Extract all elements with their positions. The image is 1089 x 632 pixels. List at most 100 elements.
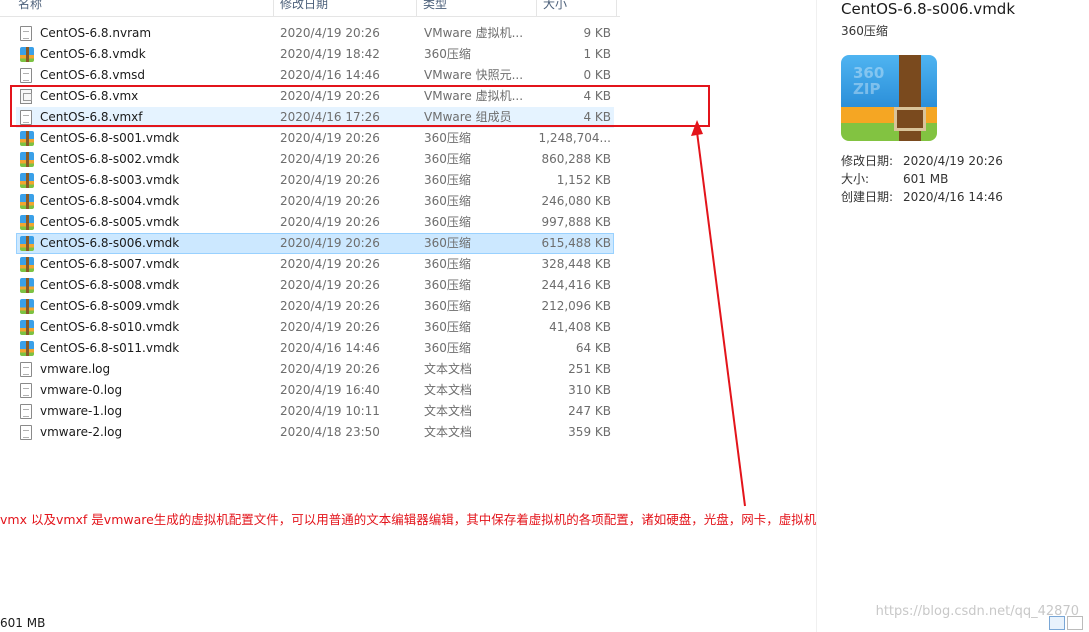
file-size: 244,416 KB (541, 278, 611, 292)
file-type: 360压缩 (424, 47, 471, 61)
file-size: 1,248,704... (538, 131, 611, 145)
created-label: 创建日期: (841, 190, 894, 204)
file-row[interactable]: CentOS-6.8-s008.vmdk 2020/4/19 20:26 360压缩… (16, 275, 614, 296)
file-row[interactable]: CentOS-6.8-s007.vmdk 2020/4/19 20:26 360压缩… (16, 254, 614, 275)
preview-pane: CentOS-6.8-s006.vmdk 360压缩 360 ZIP 修改日期: 2… (816, 0, 1089, 632)
file-date: 2020/4/19 20:26 (280, 26, 380, 40)
document-icon (20, 383, 32, 398)
file-row[interactable]: CentOS-6.8-s009.vmdk 2020/4/19 20:26 360压缩… (16, 296, 614, 317)
file-row[interactable]: CentOS-6.8-s006.vmdk 2020/4/19 20:26 360压缩… (16, 233, 614, 254)
file-icon-cell (20, 423, 38, 442)
file-name: CentOS-6.8.nvram (40, 26, 152, 40)
archive-icon-label: 360 ZIP (853, 64, 885, 98)
file-name: vmware.log (40, 362, 111, 376)
archive-icon (20, 299, 34, 314)
file-icon-cell (20, 213, 38, 232)
file-icon-cell (20, 192, 38, 211)
arrow-line (696, 131, 746, 507)
file-type: 文本文档 (424, 383, 473, 397)
file-icon-cell (20, 45, 38, 64)
column-header: 名称 修改日期 类型 大小 (0, 0, 620, 17)
column-header-name[interactable]: 名称 (12, 0, 274, 16)
file-icon-cell (20, 318, 38, 337)
file-icon-cell (20, 129, 38, 148)
file-row[interactable]: CentOS-6.8.vmdk 2020/4/19 18:42 360压缩 1 KB (16, 44, 614, 65)
details-view-icon[interactable] (1049, 616, 1065, 630)
file-row[interactable]: vmware-2.log 2020/4/18 23:50 文本文档 359 KB (16, 422, 614, 443)
view-toggle (1047, 614, 1087, 632)
file-icon-cell (20, 255, 38, 274)
file-icon-cell (20, 360, 38, 379)
file-icon-cell (20, 276, 38, 295)
file-row[interactable]: CentOS-6.8.vmsd 2020/4/16 14:46 VMware 快照元… (16, 65, 614, 86)
file-size: 359 KB (568, 425, 611, 439)
file-date: 2020/4/19 20:26 (280, 194, 380, 208)
file-type: 360压缩 (424, 131, 471, 145)
file-row[interactable]: vmware-1.log 2020/4/19 10:11 文本文档 247 KB (16, 401, 614, 422)
column-header-size[interactable]: 大小 (537, 0, 617, 16)
file-size: 860,288 KB (541, 152, 611, 166)
file-type: 360压缩 (424, 152, 471, 166)
file-row[interactable]: CentOS-6.8-s005.vmdk 2020/4/19 20:26 360压缩… (16, 212, 614, 233)
file-type: 360压缩 (424, 278, 471, 292)
file-date: 2020/4/19 20:26 (280, 173, 380, 187)
archive-icon (20, 236, 34, 251)
file-date: 2020/4/19 16:40 (280, 383, 380, 397)
archive-icon (20, 47, 34, 62)
file-icon-cell (20, 402, 38, 421)
file-icon-cell (20, 381, 38, 400)
file-row[interactable]: CentOS-6.8-s011.vmdk 2020/4/16 14:46 360压缩… (16, 338, 614, 359)
file-name: vmware-1.log (40, 404, 123, 418)
file-type: 360压缩 (424, 320, 471, 334)
file-date: 2020/4/19 20:26 (280, 152, 380, 166)
file-name: CentOS-6.8.vmdk (40, 47, 146, 61)
file-size: 212,096 KB (541, 299, 611, 313)
file-date: 2020/4/19 20:26 (280, 215, 380, 229)
file-date: 2020/4/18 23:50 (280, 425, 380, 439)
file-name: vmware-2.log (40, 425, 123, 439)
file-row[interactable]: vmware-0.log 2020/4/19 16:40 文本文档 310 KB (16, 380, 614, 401)
file-type: 360压缩 (424, 257, 471, 271)
preview-title: CentOS-6.8-s006.vmdk (841, 0, 1016, 18)
file-row[interactable]: CentOS-6.8-s002.vmdk 2020/4/19 20:26 360压缩… (16, 149, 614, 170)
large-icons-view-icon[interactable] (1067, 616, 1083, 630)
file-date: 2020/4/19 20:26 (280, 131, 380, 145)
file-name: CentOS-6.8-s009.vmdk (40, 299, 180, 313)
file-row[interactable]: CentOS-6.8-s010.vmdk 2020/4/19 20:26 360压缩… (16, 317, 614, 338)
file-date: 2020/4/19 20:26 (280, 257, 380, 271)
file-type: 360压缩 (424, 236, 471, 250)
file-size: 251 KB (568, 362, 611, 376)
preview-created: 创建日期: 2020/4/16 14:46 (841, 188, 1003, 205)
file-row[interactable]: CentOS-6.8-s001.vmdk 2020/4/19 20:26 360压缩… (16, 128, 614, 149)
file-type: 360压缩 (424, 215, 471, 229)
file-date: 2020/4/19 10:11 (280, 404, 380, 418)
file-name: CentOS-6.8-s008.vmdk (40, 278, 180, 292)
file-icon-cell (20, 234, 38, 253)
file-name: CentOS-6.8-s010.vmdk (40, 320, 180, 334)
column-header-type[interactable]: 类型 (417, 0, 537, 16)
file-row[interactable]: CentOS-6.8-s004.vmdk 2020/4/19 20:26 360压缩… (16, 191, 614, 212)
archive-large-icon: 360 ZIP (841, 55, 937, 141)
file-row[interactable]: CentOS-6.8.nvram 2020/4/19 20:26 VMware 虚拟… (16, 23, 614, 44)
file-icon-cell (20, 339, 38, 358)
archive-icon (20, 194, 34, 209)
file-size: 9 KB (583, 26, 611, 40)
file-row[interactable]: CentOS-6.8-s003.vmdk 2020/4/19 20:26 360压缩… (16, 170, 614, 191)
file-size: 310 KB (568, 383, 611, 397)
highlight-box (10, 85, 710, 127)
file-name: CentOS-6.8-s005.vmdk (40, 215, 180, 229)
archive-icon (20, 341, 34, 356)
file-type: VMware 快照元... (424, 68, 524, 82)
file-size: 64 KB (575, 341, 611, 355)
preview-size: 大小: 601 MB (841, 170, 948, 187)
archive-icon (20, 278, 34, 293)
column-header-date[interactable]: 修改日期 (274, 0, 417, 16)
archive-icon (20, 131, 34, 146)
modified-label: 修改日期: (841, 154, 894, 168)
document-icon (20, 26, 32, 41)
file-row[interactable]: vmware.log 2020/4/19 20:26 文本文档 251 KB (16, 359, 614, 380)
file-type: 文本文档 (424, 362, 473, 376)
archive-icon (20, 173, 34, 188)
file-size: 328,448 KB (541, 257, 611, 271)
file-icon-cell (20, 297, 38, 316)
